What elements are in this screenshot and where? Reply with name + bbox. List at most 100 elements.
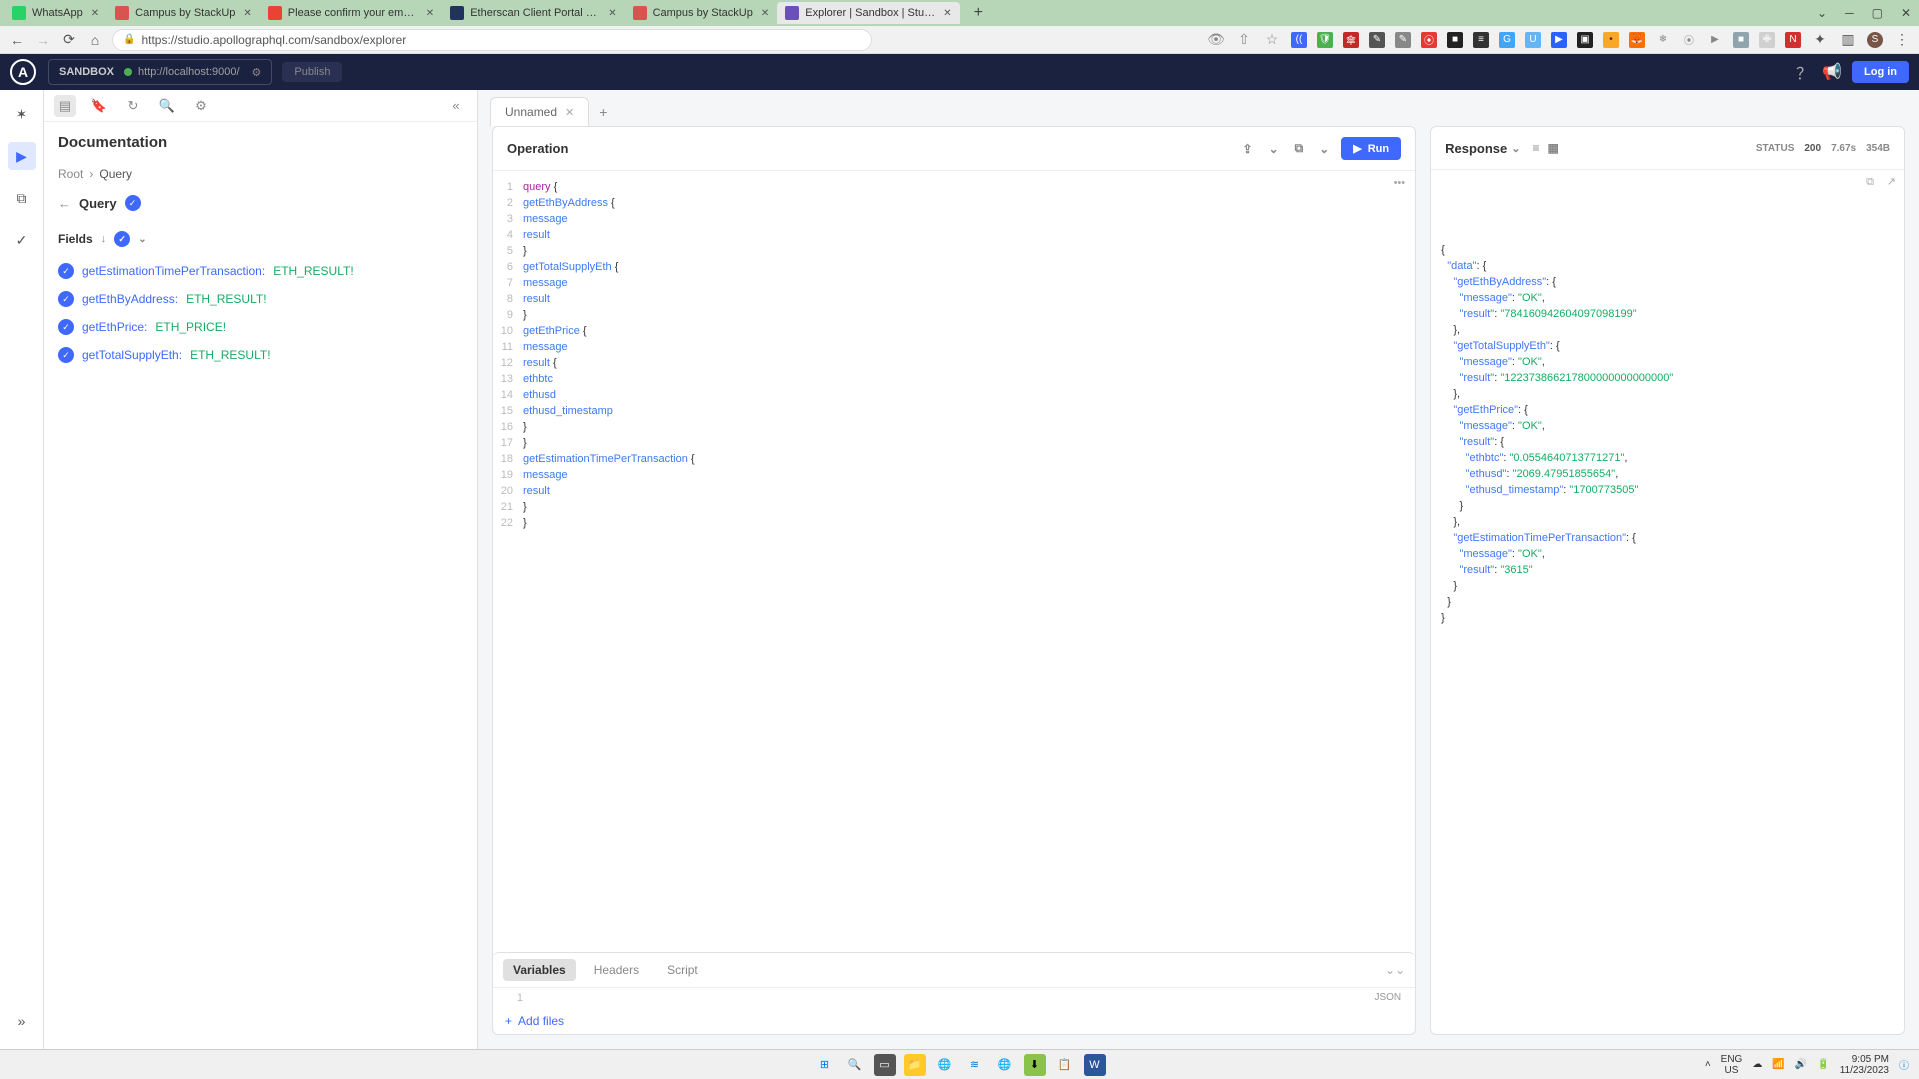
browser-tab[interactable]: Etherscan Client Portal and Servi…✕ bbox=[442, 2, 624, 24]
apollo-logo-icon[interactable]: A bbox=[10, 59, 36, 85]
checks-icon[interactable]: ✓ bbox=[8, 226, 36, 254]
close-tab-icon[interactable]: ✕ bbox=[426, 8, 434, 19]
task-view-icon[interactable]: ▭ bbox=[874, 1054, 896, 1076]
chevron-down-icon[interactable]: ⌄ bbox=[1265, 138, 1283, 160]
address-bar[interactable]: 🔒 https://studio.apollographql.com/sandb… bbox=[112, 29, 872, 51]
home-icon[interactable]: ⌂ bbox=[86, 32, 104, 48]
notification-icon[interactable]: ⓘ bbox=[1899, 1057, 1909, 1072]
close-tab-icon[interactable]: ✕ bbox=[91, 8, 99, 19]
tray-chevron-icon[interactable]: ˄ bbox=[1705, 1059, 1711, 1070]
schema-icon[interactable]: ✶ bbox=[8, 100, 36, 128]
prettify-icon[interactable]: ≡ bbox=[1528, 137, 1543, 159]
search-taskbar-icon[interactable]: 🔍 bbox=[844, 1054, 866, 1076]
kebab-menu-icon[interactable]: ⋮ bbox=[1893, 31, 1911, 48]
extension-icon[interactable]: ⦿ bbox=[1681, 32, 1697, 48]
vars-editor[interactable]: 1 JSON bbox=[493, 988, 1415, 1008]
field-row[interactable]: ✓getEthByAddress: ETH_RESULT! bbox=[44, 285, 477, 313]
language-indicator[interactable]: ENG US bbox=[1721, 1054, 1743, 1076]
back-arrow-icon[interactable]: ← bbox=[58, 196, 71, 211]
copy-op-icon[interactable]: ⧉ bbox=[1291, 137, 1308, 160]
breadcrumb-root[interactable]: Root bbox=[58, 167, 83, 181]
tab-script[interactable]: Script bbox=[657, 959, 708, 981]
browser-tab[interactable]: Campus by StackUp✕ bbox=[107, 2, 260, 24]
extension-icon[interactable]: ■ bbox=[1447, 32, 1463, 48]
extension-icon[interactable]: N bbox=[1785, 32, 1801, 48]
extension-icon[interactable]: ⦿ bbox=[1421, 32, 1437, 48]
operation-tab[interactable]: Unnamed ✕ bbox=[490, 97, 589, 126]
browser-tab[interactable]: WhatsApp✕ bbox=[4, 2, 107, 24]
field-check-icon[interactable]: ✓ bbox=[58, 291, 74, 307]
gear-icon[interactable]: ⚙ bbox=[252, 66, 262, 79]
extension-icon[interactable]: ✎ bbox=[1395, 32, 1411, 48]
clock[interactable]: 9:05 PM 11/23/2023 bbox=[1840, 1054, 1889, 1076]
chevron-down-icon[interactable]: ⌄ bbox=[1817, 6, 1827, 20]
settings-icon[interactable]: ⚙ bbox=[190, 95, 212, 117]
field-row[interactable]: ✓getEthPrice: ETH_PRICE! bbox=[44, 313, 477, 341]
extension-icon[interactable]: 🦊 bbox=[1629, 32, 1645, 48]
close-tab-icon[interactable]: ✕ bbox=[761, 8, 769, 19]
eye-off-icon[interactable]: 👁 bbox=[1207, 31, 1225, 48]
add-tab-icon[interactable]: + bbox=[589, 98, 617, 126]
close-tab-icon[interactable]: ✕ bbox=[243, 8, 251, 19]
extension-icon[interactable]: 🛡 bbox=[1317, 32, 1333, 48]
copy-response-icon[interactable]: ⧉ bbox=[1866, 174, 1874, 190]
extension-icon[interactable]: ▶ bbox=[1707, 32, 1723, 48]
extension-icon[interactable]: ✙ bbox=[1759, 32, 1775, 48]
field-check-icon[interactable]: ✓ bbox=[58, 319, 74, 335]
help-icon[interactable]: ？ bbox=[1796, 60, 1812, 84]
toggle-all-icon[interactable]: ✓ bbox=[114, 231, 130, 247]
browser-tab[interactable]: Campus by StackUp✕ bbox=[625, 2, 778, 24]
add-files-button[interactable]: + Add files bbox=[493, 1008, 1415, 1034]
wifi-icon[interactable]: 📶 bbox=[1772, 1059, 1784, 1070]
collapse-panel-icon[interactable]: « bbox=[445, 95, 467, 117]
extension-icon[interactable]: ▣ bbox=[1577, 32, 1593, 48]
table-view-icon[interactable]: ▦ bbox=[1544, 137, 1563, 159]
share-op-icon[interactable]: ⇪ bbox=[1239, 138, 1257, 160]
history-icon[interactable]: ↻ bbox=[122, 95, 144, 117]
star-icon[interactable]: ☆ bbox=[1263, 31, 1281, 48]
response-body[interactable]: ⧉ ↗ { "data": { "getEthByAddress": { "me… bbox=[1431, 170, 1904, 1034]
forward-icon[interactable]: → bbox=[34, 32, 52, 48]
app-icon[interactable]: ⬇ bbox=[1024, 1054, 1046, 1076]
diff-icon[interactable]: ⧉ bbox=[8, 184, 36, 212]
extension-icon[interactable]: • bbox=[1603, 32, 1619, 48]
field-row[interactable]: ✓getEstimationTimePerTransaction: ETH_RE… bbox=[44, 257, 477, 285]
volume-icon[interactable]: 🔊 bbox=[1795, 1059, 1807, 1070]
chevron-down-icon[interactable]: ⌄ bbox=[1315, 138, 1333, 160]
extension-icon[interactable]: ▶ bbox=[1551, 32, 1567, 48]
field-check-icon[interactable]: ✓ bbox=[58, 263, 74, 279]
export-response-icon[interactable]: ↗ bbox=[1887, 174, 1896, 190]
browser-tab[interactable]: Please confirm your email [Ether…✕ bbox=[260, 2, 442, 24]
search-icon[interactable]: 🔍 bbox=[156, 95, 178, 117]
operation-editor[interactable]: ••• 1query {2 getEthByAddress {3 message… bbox=[493, 171, 1415, 944]
extension-icon[interactable]: ≡ bbox=[1473, 32, 1489, 48]
vscode-icon[interactable]: ≋ bbox=[964, 1054, 986, 1076]
extension-icon[interactable]: 傘 bbox=[1343, 32, 1359, 48]
chevron-down-icon[interactable]: ⌄ bbox=[138, 234, 146, 245]
more-options-icon[interactable]: ••• bbox=[1394, 175, 1406, 191]
onedrive-icon[interactable]: ☁ bbox=[1752, 1059, 1762, 1070]
field-check-icon[interactable]: ✓ bbox=[58, 347, 74, 363]
reload-icon[interactable]: ⟳ bbox=[60, 31, 78, 48]
notepad-icon[interactable]: 📋 bbox=[1054, 1054, 1076, 1076]
edge-icon[interactable]: 🌐 bbox=[934, 1054, 956, 1076]
close-window-icon[interactable]: ✕ bbox=[1901, 6, 1911, 20]
new-tab-button[interactable]: + bbox=[968, 4, 989, 22]
bookmark-icon[interactable]: 🔖 bbox=[88, 95, 110, 117]
side-panel-icon[interactable]: ▥ bbox=[1839, 31, 1857, 48]
back-icon[interactable]: ← bbox=[8, 32, 26, 48]
announcement-icon[interactable]: 📢 bbox=[1822, 62, 1842, 82]
collapse-vars-icon[interactable]: ⌄⌄ bbox=[1385, 963, 1405, 977]
extension-icon[interactable]: ■ bbox=[1733, 32, 1749, 48]
word-icon[interactable]: W bbox=[1084, 1054, 1106, 1076]
endpoint-input[interactable]: http://localhost:9000/ bbox=[138, 66, 240, 78]
extension-icon[interactable]: (( bbox=[1291, 32, 1307, 48]
close-tab-icon[interactable]: ✕ bbox=[608, 8, 616, 19]
profile-avatar[interactable]: S bbox=[1867, 32, 1883, 48]
close-tab-icon[interactable]: ✕ bbox=[943, 8, 951, 19]
sort-icon[interactable]: ↓ bbox=[101, 233, 107, 245]
tab-headers[interactable]: Headers bbox=[584, 959, 649, 981]
browser-tab[interactable]: Explorer | Sandbox | Studio✕ bbox=[777, 2, 959, 24]
check-badge-icon[interactable]: ✓ bbox=[125, 195, 141, 211]
extension-icon[interactable]: ❄ bbox=[1655, 32, 1671, 48]
